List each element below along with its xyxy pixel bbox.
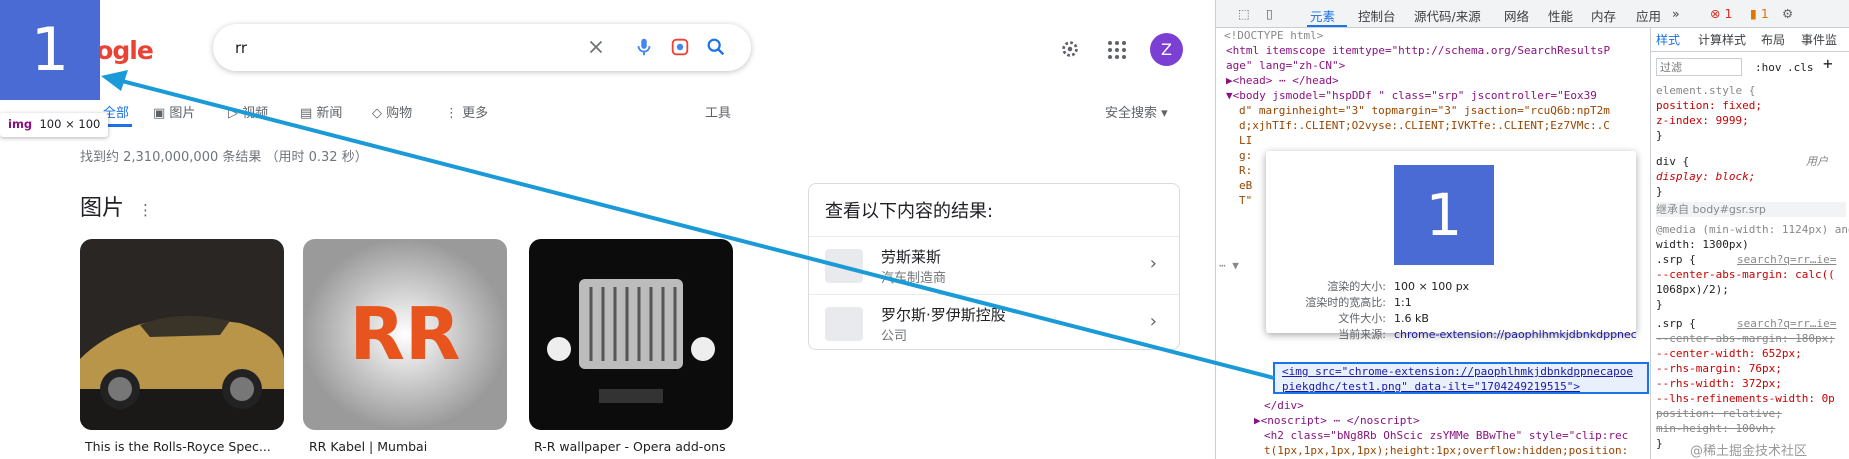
watermark: @稀土掘金技术社区 xyxy=(1690,444,1808,459)
page: oogle rr Z 全部 ▣ 图片 ▷ 视频 ▤ 新闻 ◇ 购物 ⋮ 更多 工… xyxy=(0,0,1849,459)
annotation-arrow xyxy=(101,70,1275,380)
